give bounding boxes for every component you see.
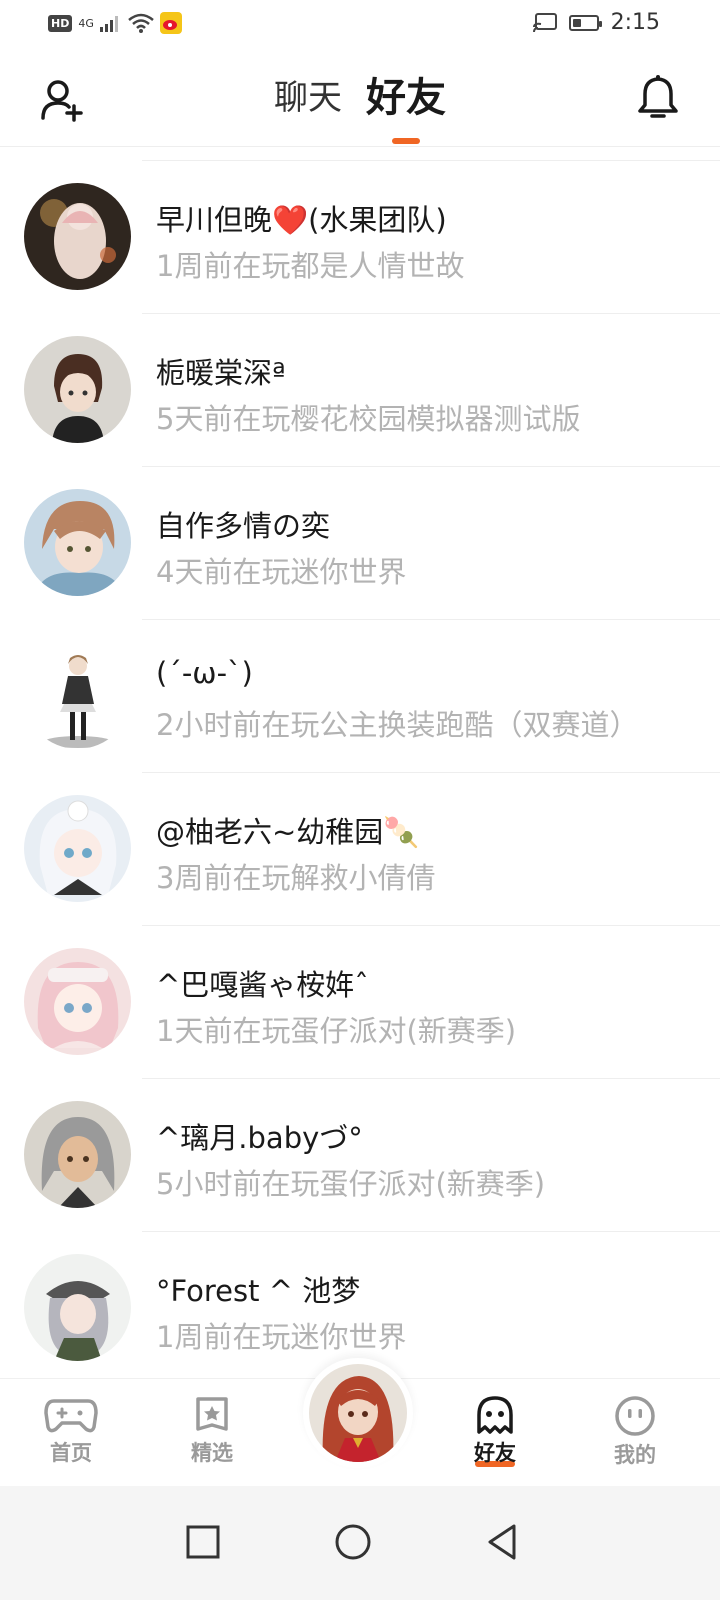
avatar-image [24,489,131,596]
back-triangle-icon [488,1524,516,1560]
row-divider [142,466,720,467]
friend-row[interactable]: (´-ω-`) 2小时前在玩公主换装跑酷（双赛道） [0,619,720,772]
friend-row[interactable]: 早川但晚❤️(水果团队) 1周前在玩都是人情世故 [0,160,720,313]
nav-featured[interactable]: 精选 [162,1395,262,1467]
row-divider [142,1078,720,1079]
wifi-icon [128,13,154,33]
signal-icon [99,16,118,32]
avatar-image [24,948,131,1055]
nav-me[interactable]: 我的 [585,1395,685,1469]
friend-name: @柚老六~幼稚园🍡 [156,815,420,849]
friend-status: 2小时前在玩公主换装跑酷（双赛道） [156,708,639,742]
avatar-image [24,795,131,902]
friend-name: (´-ω-`) [156,656,253,690]
avatar[interactable] [24,1254,131,1361]
nav-featured-label: 精选 [191,1441,233,1465]
avatar-image [24,183,131,290]
avatar[interactable] [24,183,131,290]
row-divider [142,925,720,926]
friend-status: 5小时前在玩蛋仔派对(新赛季) [156,1167,546,1201]
avatar-image [24,642,131,749]
tab-active-indicator [392,138,420,144]
nav-home[interactable]: 首页 [21,1395,121,1467]
friend-status: 1周前在玩迷你世界 [156,1320,407,1354]
circle-icon [335,1524,371,1560]
avatar[interactable] [24,1101,131,1208]
home-button[interactable] [321,1510,385,1574]
row-divider [142,619,720,620]
avatar[interactable] [24,795,131,902]
square-icon [186,1525,220,1559]
avatar-image [24,1254,131,1361]
avatar[interactable] [24,336,131,443]
notifications-button[interactable] [632,72,684,124]
friend-row[interactable]: @柚老六~幼稚园🍡 3周前在玩解救小倩倩 [0,772,720,925]
friend-status: 4天前在玩迷你世界 [156,555,407,589]
row-divider [142,772,720,773]
friend-name: 自作多情の奕 [156,509,331,543]
friend-row[interactable]: ^巴嘎酱ゃ桉姩ˆ 1天前在玩蛋仔派对(新赛季) [0,925,720,1078]
center-avatar [309,1364,407,1462]
hd-badge: HD [48,14,73,32]
tab-chat[interactable]: 聊天 [274,72,342,124]
friend-list: 早川但晚❤️(水果团队) 1周前在玩都是人情世故 栀暖棠深ª 5天前在玩樱花校园… [0,160,720,1384]
row-divider [142,313,720,314]
battery-icon [568,14,602,31]
avatar-image [24,336,131,443]
header: 聊天 好友 [0,50,720,147]
friend-row[interactable]: ^璃月.babyづ° 5小时前在玩蛋仔派对(新赛季) [0,1078,720,1231]
avatar-image [24,1101,131,1208]
friend-status: 1天前在玩蛋仔派对(新赛季) [156,1014,517,1048]
row-divider [142,1231,720,1232]
status-bar-left: HD 4G [48,12,182,34]
friend-row[interactable]: 自作多情の奕 4天前在玩迷你世界 [0,466,720,619]
system-nav-bar [0,1486,720,1600]
friend-name: ^巴嘎酱ゃ桉姩ˆ [156,968,369,1002]
recent-apps-button[interactable] [171,1510,235,1574]
avatar[interactable] [24,948,131,1055]
friend-name: 栀暖棠深ª [156,356,286,390]
friend-name: 早川但晚❤️(水果团队) [156,203,447,237]
nav-me-label: 我的 [614,1443,656,1467]
avatar-image [309,1364,407,1462]
row-divider [142,160,720,161]
ghost-icon [477,1396,513,1434]
cast-icon [532,12,557,32]
friend-status: 3周前在玩解救小倩倩 [156,861,436,895]
friend-status: 1周前在玩都是人情世故 [156,249,465,283]
friend-row[interactable]: 栀暖棠深ª 5天前在玩樱花校园模拟器测试版 [0,313,720,466]
network-type: 4G [78,16,94,30]
smiley-icon [615,1396,655,1436]
avatar[interactable] [24,489,131,596]
status-bar: HD 4G 2:15 [0,0,720,50]
tab-friends[interactable]: 好友 [366,72,446,144]
status-bar-right: 2:15 [532,10,660,35]
clock: 2:15 [610,10,660,35]
star-badge-icon [196,1397,228,1431]
back-button[interactable] [470,1510,534,1574]
gamepad-icon [44,1399,98,1433]
bell-icon [638,75,678,118]
nav-friends[interactable]: 好友 [445,1395,545,1467]
friend-status: 5天前在玩樱花校园模拟器测试版 [156,402,581,436]
weibo-icon [159,12,182,34]
nav-home-label: 首页 [50,1441,92,1465]
friend-name: ^璃月.babyづ° [156,1121,363,1155]
top-tabs: 聊天 好友 [0,72,720,144]
center-game-button[interactable] [303,1358,413,1468]
avatar[interactable] [24,642,131,749]
nav-friends-label: 好友 [474,1441,516,1465]
tab-friends-label: 好友 [366,75,446,121]
friend-name: °Forest ^ 池梦 [156,1274,361,1308]
